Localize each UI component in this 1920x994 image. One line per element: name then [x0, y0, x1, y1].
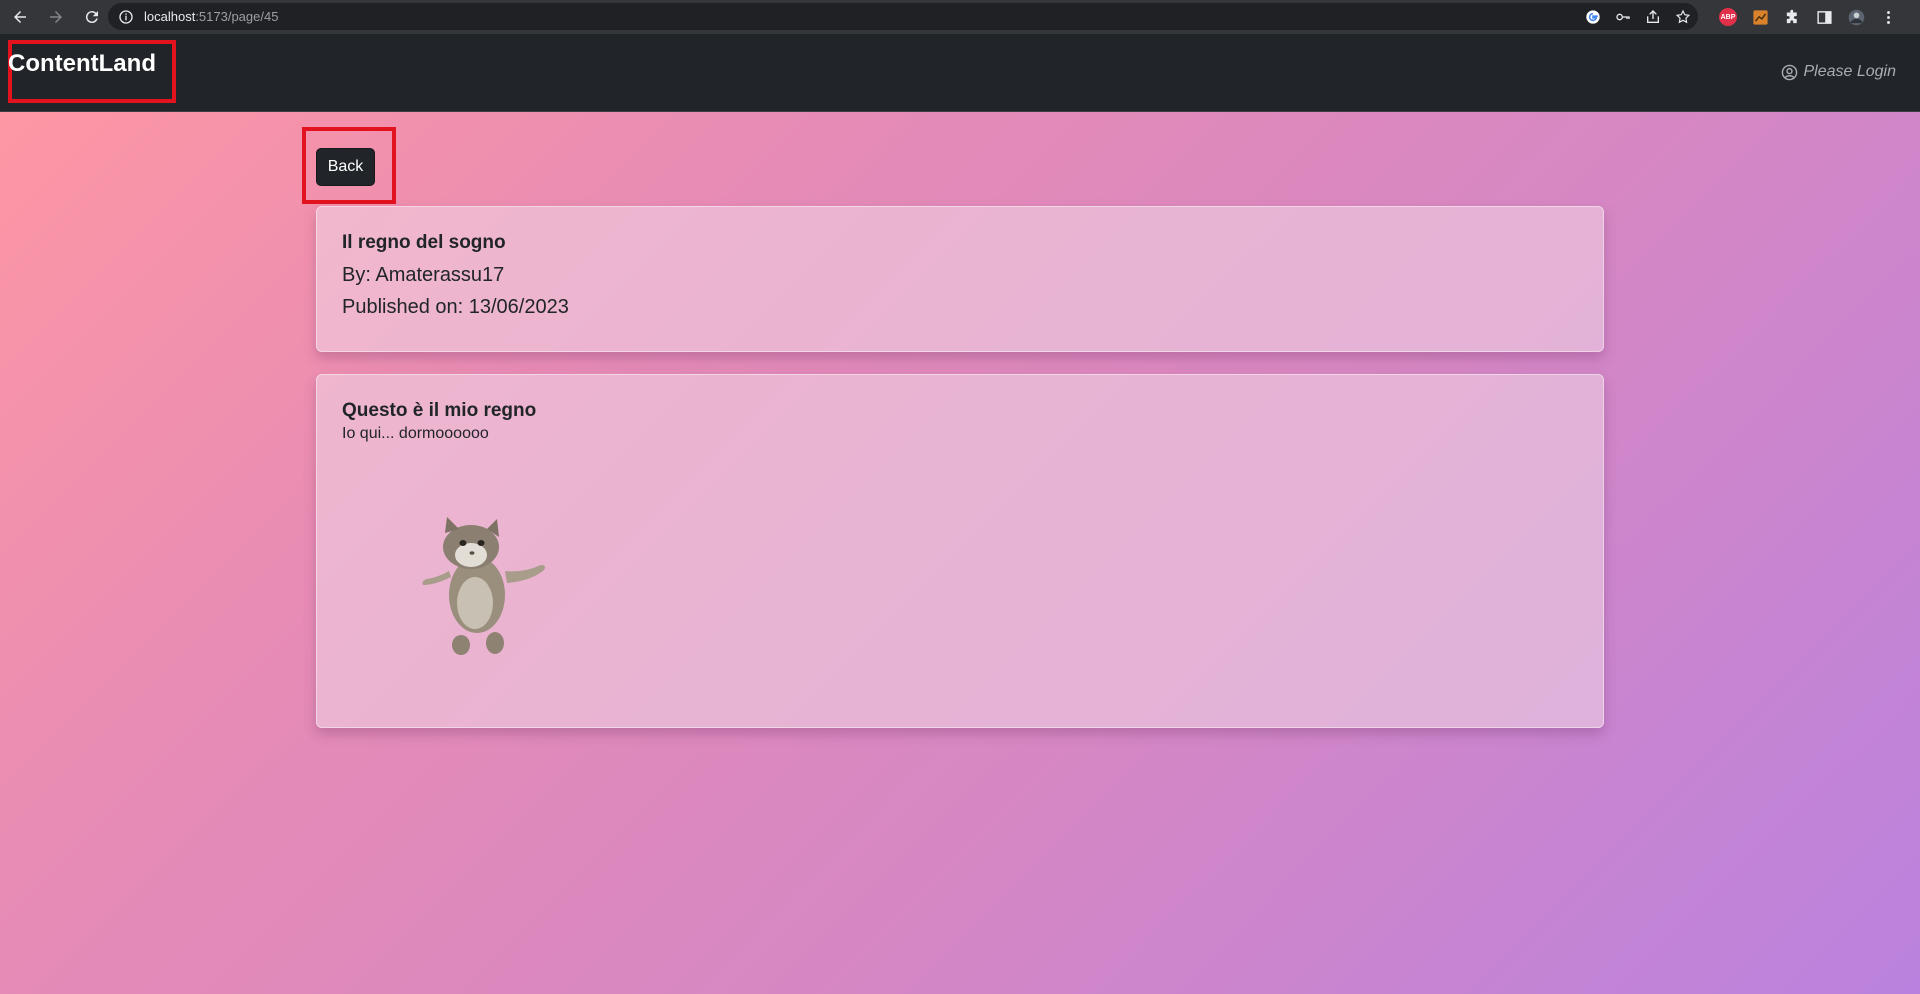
profile-button[interactable]	[1840, 0, 1872, 34]
info-icon[interactable]	[118, 9, 134, 25]
content-block-card: Questo è il mio regno Io qui... dormoooo…	[316, 374, 1604, 728]
bookmark-star-button[interactable]	[1668, 3, 1698, 30]
browser-toolbar: localhost:5173/page/45 ABP	[0, 0, 1920, 34]
login-link[interactable]: Please Login	[1781, 63, 1896, 81]
app-navbar: ContentLand Please Login	[0, 34, 1920, 112]
url-host: localhost	[144, 9, 196, 24]
adblock-icon: ABP	[1719, 8, 1737, 26]
reload-icon	[85, 11, 98, 24]
url-path: :5173/page/45	[195, 9, 279, 24]
share-button[interactable]	[1638, 3, 1668, 30]
content-paragraph: Io qui... dormoooooo	[342, 425, 489, 442]
side-panel-icon	[1816, 10, 1832, 24]
page-title: Il regno del sogno	[342, 232, 506, 253]
extension-chart-button[interactable]	[1744, 0, 1776, 34]
user-circle-icon	[1782, 64, 1798, 80]
star-icon	[1675, 9, 1691, 23]
back-button[interactable]: Back	[316, 148, 375, 186]
extensions-menu-button[interactable]	[1776, 0, 1808, 34]
side-panel-button[interactable]	[1808, 0, 1840, 34]
chart-extension-icon	[1752, 9, 1768, 25]
login-label: Please Login	[1803, 63, 1896, 80]
brand-link[interactable]: ContentLand	[8, 50, 156, 78]
page-content: Back Il regno del sogno By: Amaterassu17…	[0, 112, 1920, 994]
browser-menu-button[interactable]	[1872, 0, 1904, 34]
kebab-menu-icon	[1886, 10, 1890, 24]
browser-forward-button[interactable]	[40, 2, 72, 32]
key-icon	[1616, 13, 1630, 20]
dancing-cat-image	[422, 517, 545, 655]
password-key-button[interactable]	[1608, 3, 1638, 30]
google-lens-button[interactable]	[1578, 3, 1608, 30]
browser-back-button[interactable]	[4, 2, 36, 32]
published-date: Published on: 13/06/2023	[342, 296, 569, 318]
author-line: By: Amaterassu17	[342, 264, 505, 286]
url-text: localhost:5173/page/45	[144, 9, 278, 24]
arrow-left-icon	[14, 11, 26, 23]
arrow-right-icon	[50, 11, 62, 23]
content-heading: Questo è il mio regno	[342, 400, 537, 421]
address-bar[interactable]: localhost:5173/page/45	[108, 3, 1698, 30]
page-info-card: Il regno del sogno By: Amaterassu17 Publ…	[316, 206, 1604, 352]
puzzle-icon	[1786, 9, 1797, 23]
avatar	[1848, 9, 1864, 25]
adblock-extension-button[interactable]: ABP	[1712, 0, 1744, 34]
browser-reload-button[interactable]	[76, 2, 108, 32]
google-icon	[1586, 9, 1600, 24]
share-icon	[1647, 9, 1659, 23]
